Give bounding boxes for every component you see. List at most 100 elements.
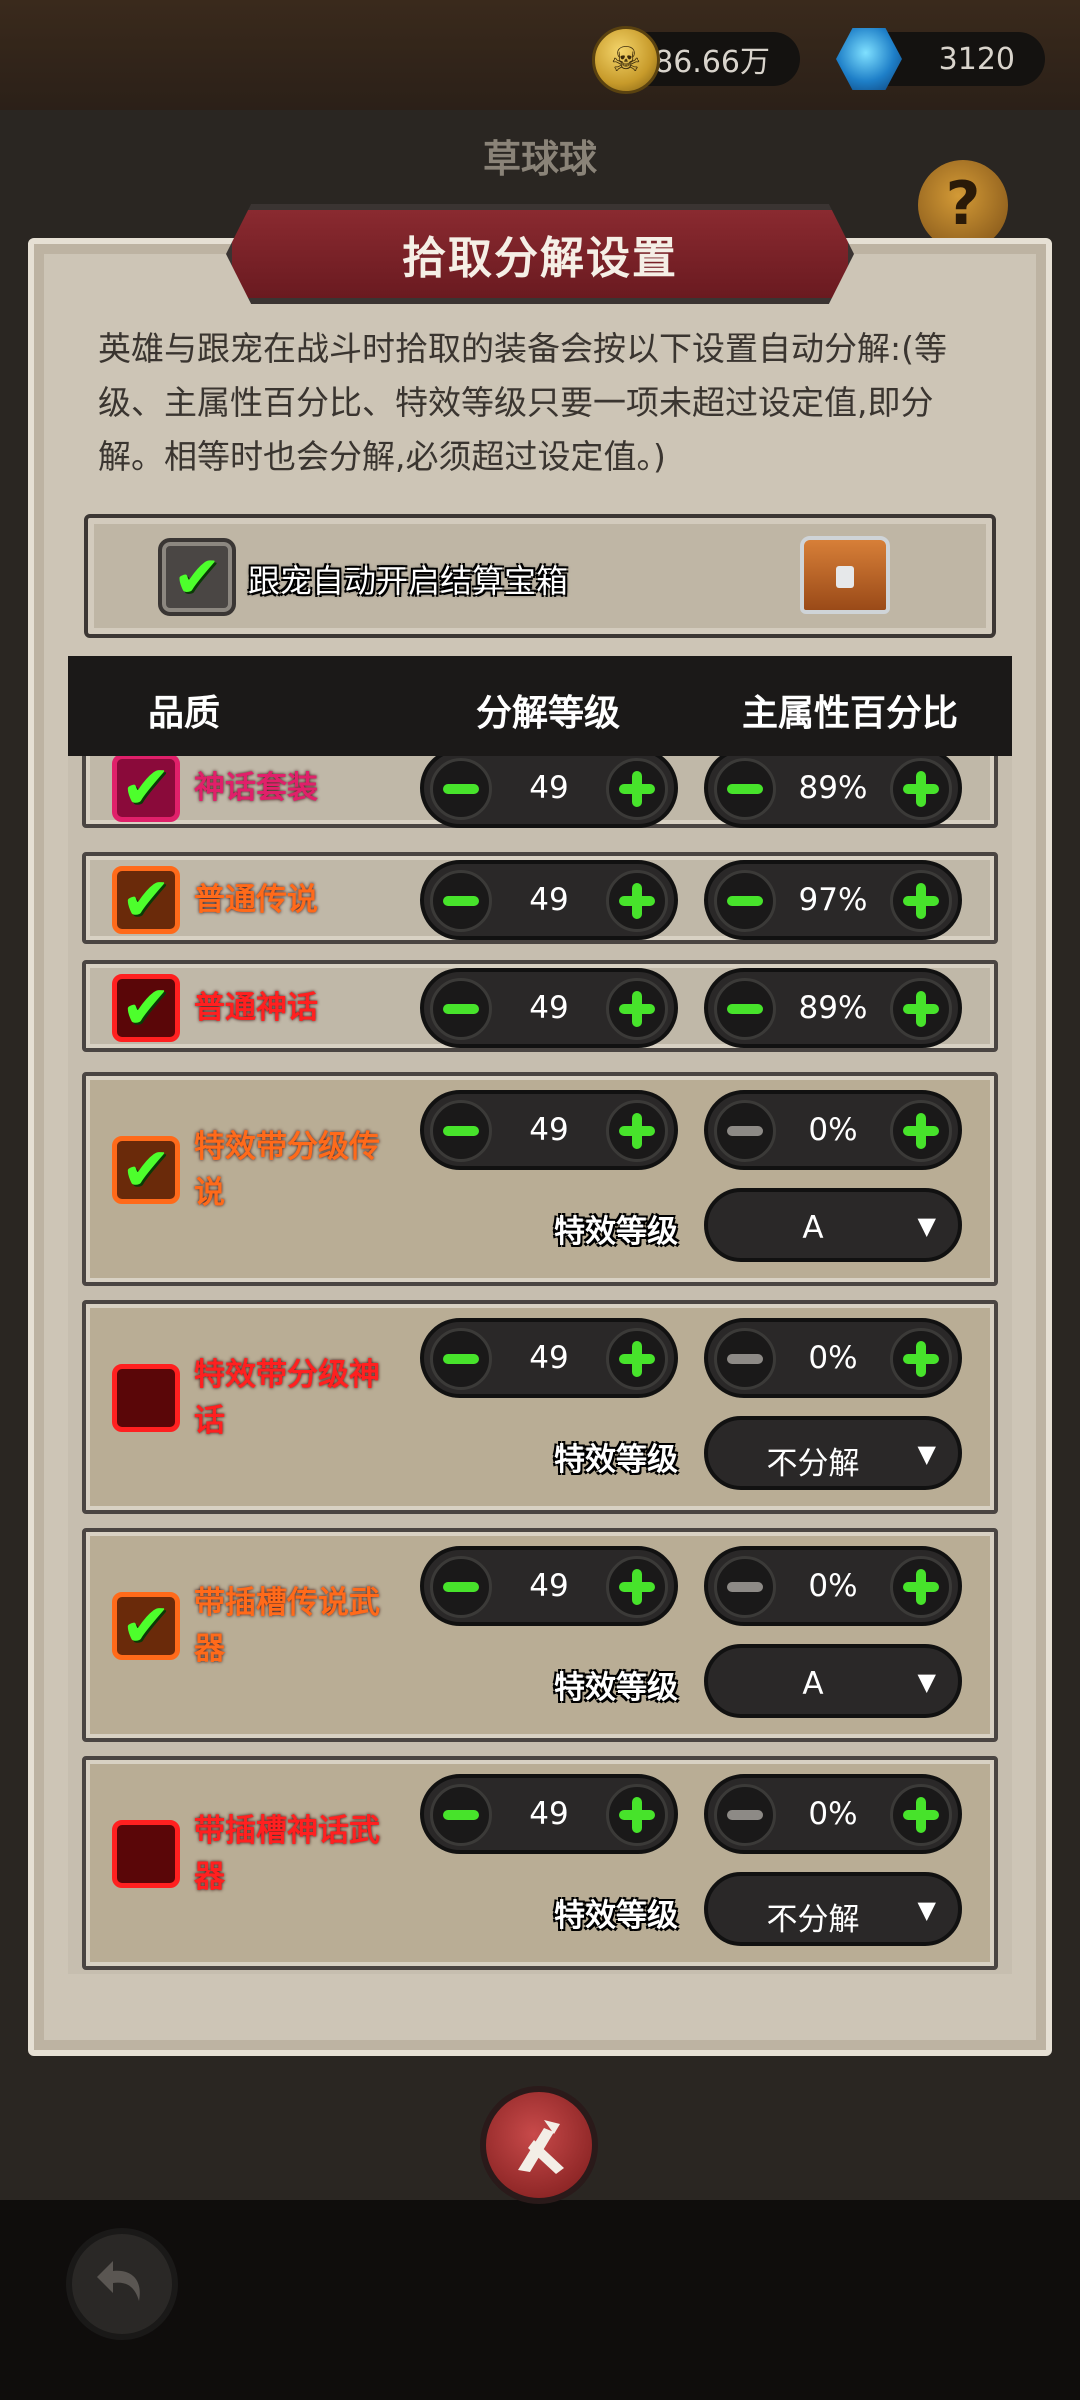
fx-level-dropdown[interactable]: A ▼ [704,1644,962,1718]
minus-icon [727,1810,763,1820]
value-stepper: 0% [704,1774,962,1854]
minus-button[interactable] [714,870,776,932]
plus-button[interactable] [606,1328,668,1390]
plus-button[interactable] [890,1784,952,1846]
stepper-value: 49 [529,990,569,1026]
skull-coin-icon: ☠ [592,26,660,94]
plus-button[interactable] [606,1784,668,1846]
fx-level-label: 特效等级 [554,1898,678,1934]
header-level: 分解等级 [476,693,621,734]
stepper-value: 49 [529,1796,569,1832]
gem-value: 3120 [938,41,1015,77]
back-arrow-icon [97,2261,140,2301]
minus-button[interactable] [430,1328,492,1390]
minus-button[interactable] [430,1100,492,1162]
fx-level-dropdown[interactable]: 不分解 ▼ [704,1872,962,1946]
pet-auto-open-checkbox[interactable]: ✔ [158,538,236,616]
plus-button[interactable] [606,978,668,1040]
check-icon: ✔ [120,973,172,1043]
plus-icon-vbar [632,771,642,807]
plus-icon-vbar [916,1797,926,1833]
quality-row: ✔ 带插槽传说武器 49 0% 特效等级 A ▼ [82,1528,998,1742]
close-button[interactable] [480,2086,598,2204]
quality-checkbox[interactable] [112,1820,180,1888]
value-stepper: 97% [704,860,962,940]
value-stepper: 0% [704,1546,962,1626]
quality-label: 普通神话 [194,990,318,1026]
stepper-value: 0% [808,1340,858,1376]
fx-level-label: 特效等级 [554,1214,678,1250]
plus-icon-vbar [632,883,642,919]
quality-checkbox[interactable] [112,1364,180,1432]
minus-icon [727,1354,763,1364]
plus-button[interactable] [890,1100,952,1162]
plus-button[interactable] [890,1328,952,1390]
minus-button[interactable] [430,1556,492,1618]
quality-label: 普通传说 [194,882,318,918]
plus-icon-vbar [916,1113,926,1149]
plus-button[interactable] [890,758,952,820]
fx-level-dropdown[interactable]: 不分解 ▼ [704,1416,962,1490]
plus-button[interactable] [606,1100,668,1162]
minus-button[interactable] [714,758,776,820]
back-button[interactable] [66,2228,178,2340]
minus-icon [443,1004,479,1014]
quality-checkbox[interactable]: ✔ [112,866,180,934]
quality-row: ✔ 普通传说 49 97% [82,852,998,944]
minus-button[interactable] [430,978,492,1040]
plus-icon-vbar [916,1341,926,1377]
quality-checkbox[interactable]: ✔ [112,974,180,1042]
chevron-down-icon: ▼ [917,1668,936,1696]
minus-button[interactable] [714,1100,776,1162]
quality-row: 带插槽神话武器 49 0% 特效等级 不分解 ▼ [82,1756,998,1970]
value-stepper: 89% [704,756,962,828]
value-stepper: 49 [420,1774,678,1854]
minus-button[interactable] [714,1784,776,1846]
quality-label: 神话套装 [194,770,318,806]
plus-button[interactable] [890,1556,952,1618]
quality-list[interactable]: ✔ 神话套装 49 89% ✔ 普通传说 49 97% ✔ 普通神话 49 89% ✔ 特效带分级传说 49… [68,756,1012,1974]
close-icon [518,2120,564,2174]
chevron-down-icon: ▼ [917,1212,936,1240]
stepper-value: 89% [798,770,868,806]
stepper-value: 0% [808,1112,858,1148]
quality-row: ✔ 普通神话 49 89% [82,960,998,1052]
minus-button[interactable] [714,978,776,1040]
pet-auto-open-box: ✔ 跟宠自动开启结算宝箱 [84,514,996,638]
dialog-description: 英雄与跟宠在战斗时拾取的装备会按以下设置自动分解:(等级、主属性百分比、特效等级… [98,329,947,476]
stepper-value: 0% [808,1568,858,1604]
pet-auto-open-label: 跟宠自动开启结算宝箱 [248,562,569,600]
plus-button[interactable] [606,870,668,932]
quality-checkbox[interactable]: ✔ [112,1136,180,1204]
fx-level-value: 不分解 [766,1902,860,1938]
minus-button[interactable] [430,870,492,932]
quality-row: 特效带分级神话 49 0% 特效等级 不分解 ▼ [82,1300,998,1514]
minus-button[interactable] [714,1556,776,1618]
check-icon: ✔ [120,1591,172,1661]
check-icon: ✔ [120,1135,172,1205]
plus-icon-vbar [632,1797,642,1833]
plus-icon-vbar [916,1569,926,1605]
quality-row: ✔ 神话套装 49 89% [82,756,998,828]
minus-button[interactable] [714,1328,776,1390]
plus-button[interactable] [606,1556,668,1618]
minus-button[interactable] [430,1784,492,1846]
minus-icon [443,1126,479,1136]
question-icon[interactable]: ? [918,160,1008,250]
check-icon: ✔ [120,756,172,823]
fx-level-value: 不分解 [766,1446,860,1482]
value-stepper: 0% [704,1318,962,1398]
dialog-title: 拾取分解设置 [226,204,854,304]
quality-checkbox[interactable]: ✔ [112,1592,180,1660]
minus-button[interactable] [430,758,492,820]
plus-button[interactable] [890,978,952,1040]
plus-button[interactable] [606,758,668,820]
plus-icon-vbar [632,1569,642,1605]
plus-button[interactable] [890,870,952,932]
table-header: 品质 分解等级 主属性百分比 [68,656,1012,756]
plus-icon-vbar [632,1341,642,1377]
stepper-value: 49 [529,1112,569,1148]
quality-checkbox[interactable]: ✔ [112,756,180,822]
value-stepper: 49 [420,1546,678,1626]
fx-level-dropdown[interactable]: A ▼ [704,1188,962,1262]
